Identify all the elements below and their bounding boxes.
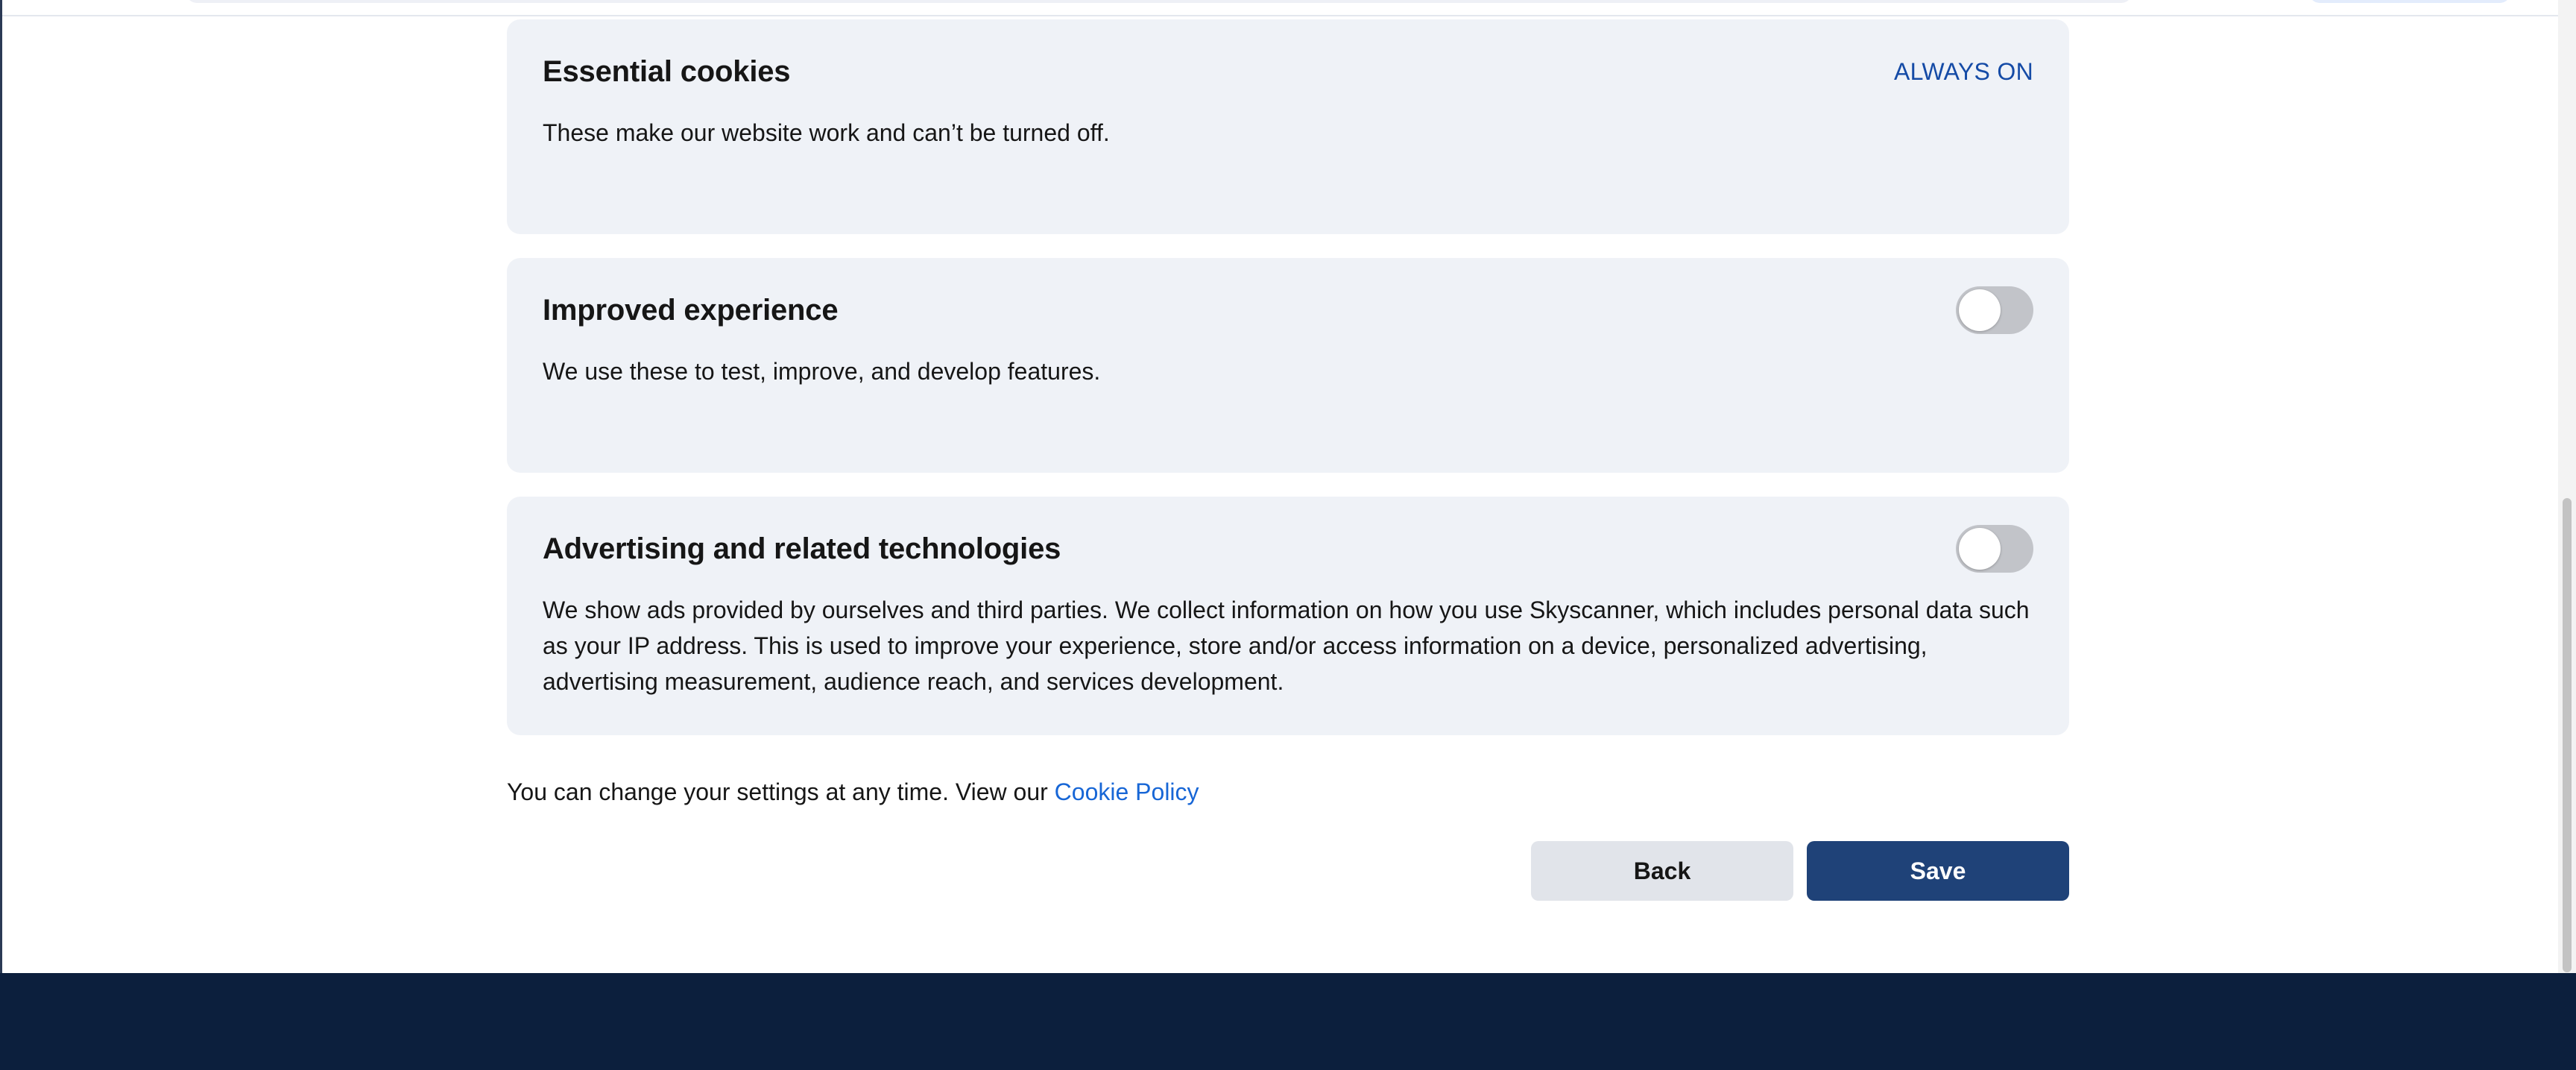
toggle-knob	[1959, 528, 2001, 570]
back-button[interactable]: Back	[1531, 841, 1793, 901]
essential-cookies-card: Essential cookies ALWAYS ON These make o…	[507, 19, 2069, 234]
improved-experience-description: We use these to test, improve, and devel…	[543, 358, 1101, 385]
advertising-toggle[interactable]	[1956, 525, 2033, 573]
improved-experience-title: Improved experience	[543, 293, 839, 327]
footer-note-text: You can change your settings at any time…	[507, 778, 1048, 805]
settings-footer-note: You can change your settings at any time…	[507, 774, 2069, 810]
window-border	[0, 0, 2, 973]
advertising-card: Advertising and related technologies We …	[507, 497, 2069, 735]
cookie-policy-link[interactable]: Cookie Policy	[1055, 778, 1199, 805]
essential-cookies-description: These make our website work and can’t be…	[543, 119, 1110, 146]
toggle-knob	[1959, 289, 2001, 331]
action-buttons: Back Save	[507, 841, 2069, 901]
header-button-edge	[2309, 0, 2510, 3]
cookie-settings-panel: Essential cookies ALWAYS ON These make o…	[507, 19, 2069, 901]
always-on-label: ALWAYS ON	[1893, 57, 2033, 85]
save-button[interactable]: Save	[1807, 841, 2069, 901]
page-footer	[0, 973, 2576, 1070]
improved-experience-card: Improved experience We use these to test…	[507, 258, 2069, 473]
advertising-title: Advertising and related technologies	[543, 532, 1061, 565]
advertising-description: We show ads provided by ourselves and th…	[543, 597, 2030, 695]
improved-experience-toggle[interactable]	[1956, 286, 2033, 334]
top-header-strip	[0, 0, 2558, 16]
cookie-settings-page: Essential cookies ALWAYS ON These make o…	[0, 0, 2576, 1070]
essential-cookies-title: Essential cookies	[543, 54, 791, 88]
header-bar-edge	[186, 0, 2132, 3]
scrollbar-thumb[interactable]	[2563, 498, 2572, 972]
